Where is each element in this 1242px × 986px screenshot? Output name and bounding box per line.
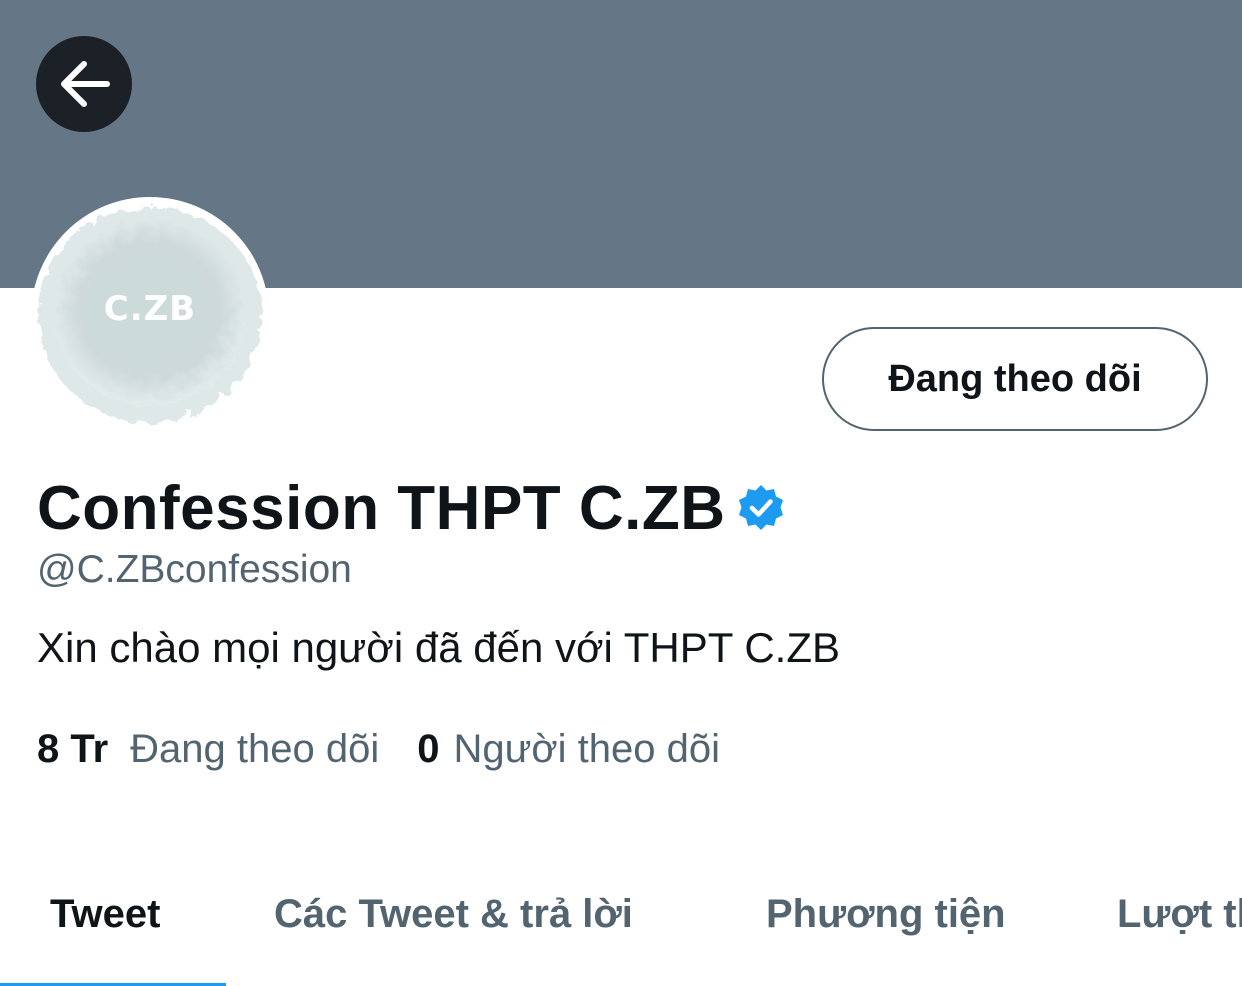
avatar-label: C.ZB [103,289,197,329]
following-button[interactable]: Đang theo dõi [822,327,1208,431]
tab-likes[interactable]: Lượt thích [1117,892,1242,937]
avatar-frame: C.ZB [31,197,269,435]
display-name-row: Confession THPT C.ZB [37,470,786,546]
followers-count: 0 [417,727,440,771]
profile-tabs: Tweet Các Tweet & trả lời Phương tiện Lư… [0,870,1242,986]
verified-badge-icon [738,485,783,530]
following-label: Đang theo dõi [130,727,380,771]
profile-handle: @C.ZBconfession [37,548,352,591]
tab-media[interactable]: Phương tiện [766,892,1006,937]
following-count: 8 Tr [37,727,109,771]
followers-label: Người theo dõi [453,727,720,771]
profile-bio: Xin chào mọi người đã đến với THPT C.ZB [37,624,840,671]
followers-stat-link[interactable]: 0 Người theo dõi [417,727,720,772]
display-name: Confession THPT C.ZB [37,473,726,543]
tab-tweets[interactable]: Tweet [50,892,160,937]
tab-tweets-and-replies[interactable]: Các Tweet & trả lời [274,892,633,937]
back-button[interactable] [36,36,132,132]
profile-page: C.ZB Đang theo dõi Confession THPT C.ZB … [0,0,1242,986]
avatar[interactable]: C.ZB [37,203,263,429]
following-stat-link[interactable]: 8 Tr Đang theo dõi [37,727,379,772]
profile-stats: 8 Tr Đang theo dõi 0 Người theo dõi [37,727,720,772]
arrow-left-icon [61,61,110,107]
